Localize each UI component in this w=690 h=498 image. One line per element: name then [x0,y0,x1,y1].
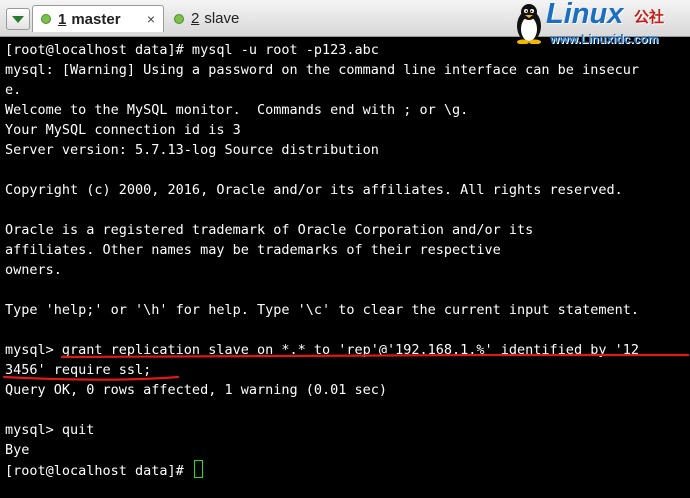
tab-number: 1 [58,10,67,28]
ssh-client-window: 1 master × 2 slave [root@localhost data]… [0,0,690,498]
menu-arrow-icon [12,16,24,23]
terminal-line: owners. [5,260,639,280]
terminal-line-text: mysql> quit [5,422,95,438]
terminal-output: [root@localhost data]# mysql -u root -p1… [5,40,639,480]
terminal-line-text: 3456' require ssl; [5,362,152,378]
terminal-line: affiliates. Other names may be trademark… [5,240,639,260]
terminal-line-text: e. [5,82,22,98]
connected-status-icon [174,13,184,24]
terminal-pane[interactable]: [root@localhost data]# mysql -u root -p1… [0,37,690,498]
terminal-line-text: Bye [5,442,30,458]
terminal-line: Welcome to the MySQL monitor. Commands e… [5,100,639,120]
tab-label: master [71,10,121,28]
tab-number: 2 [191,10,200,27]
terminal-line-text: [root@localhost data]# [5,463,192,479]
terminal-line: Your MySQL connection id is 3 [5,120,639,140]
terminal-line: mysql> grant replication slave on *.* to… [5,340,639,360]
tab-slave[interactable]: 2 slave [166,5,276,32]
terminal-line-text: Copyright (c) 2000, 2016, Oracle and/or … [5,182,623,198]
terminal-line-text: Server version: 5.7.13-log Source distri… [5,142,379,158]
watermark-logo: Linux [546,0,624,30]
terminal-line-text: Your MySQL connection id is 3 [5,122,241,138]
tab-master[interactable]: 1 master × [32,5,164,32]
terminal-line: e. [5,80,639,100]
terminal-line-text: [root@localhost data]# mysql -u root -p1… [5,42,379,58]
watermark-url: www.Linuxidc.com [550,32,659,46]
terminal-line: 3456' require ssl; [5,360,639,380]
terminal-line: Type 'help;' or '\h' for help. Type '\c'… [5,300,639,320]
terminal-line: Server version: 5.7.13-log Source distri… [5,140,639,160]
terminal-line-text: Type 'help;' or '\h' for help. Type '\c'… [5,302,639,318]
terminal-line: Copyright (c) 2000, 2016, Oracle and/or … [5,180,639,200]
terminal-line: mysql: [Warning] Using a password on the… [5,60,639,80]
tux-penguin-icon [517,4,541,44]
terminal-line: Bye [5,440,639,460]
terminal-line-text: mysql: [Warning] Using a password on the… [5,62,639,78]
terminal-line-text: affiliates. Other names may be trademark… [5,242,501,258]
tab-menu-button[interactable] [6,8,30,30]
terminal-cursor [193,460,203,478]
close-tab-icon[interactable]: × [147,11,155,27]
linuxidc-watermark: Linux 公社 www.Linuxidc.com [514,0,688,48]
tab-label: slave [204,10,240,27]
terminal-line-text: Oracle is a registered trademark of Orac… [5,222,534,238]
terminal-line: [root@localhost data]# [5,460,639,480]
terminal-line-text: owners. [5,262,62,278]
terminal-line: Query OK, 0 rows affected, 1 warning (0.… [5,380,639,400]
watermark-logo-suffix: 公社 [634,9,665,26]
terminal-line-text: Query OK, 0 rows affected, 1 warning (0.… [5,382,388,398]
terminal-line: Oracle is a registered trademark of Orac… [5,220,639,240]
connected-status-icon [41,14,51,24]
terminal-line: mysql> quit [5,420,639,440]
terminal-line-text: Welcome to the MySQL monitor. Commands e… [5,102,469,118]
terminal-line-text: mysql> grant replication slave on *.* to… [5,342,639,358]
